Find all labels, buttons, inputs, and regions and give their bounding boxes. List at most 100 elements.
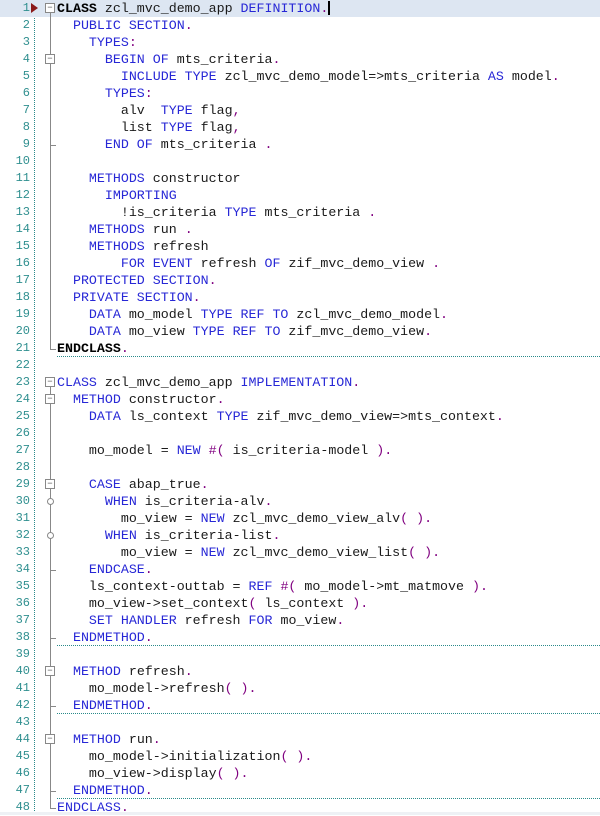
code-line[interactable]: 27 mo_model = NEW #( is_criteria-model )…: [0, 442, 600, 459]
code-line[interactable]: 31 mo_view = NEW zcl_mvc_demo_view_alv( …: [0, 510, 600, 527]
punctuation-token: ).: [471, 579, 488, 594]
keyword-token: REF: [248, 579, 273, 594]
code-line[interactable]: 8 list TYPE flag,: [0, 119, 600, 136]
code-line[interactable]: 3 TYPES:: [0, 34, 600, 51]
code-line[interactable]: 36 mo_view->set_context( ls_context ).: [0, 595, 600, 612]
fold-collapse-icon[interactable]: −: [45, 734, 55, 744]
identifier-token: mo_view =: [57, 545, 201, 560]
code-line[interactable]: 4 − BEGIN OF mts_criteria.: [0, 51, 600, 68]
code-line[interactable]: 9 END OF mts_criteria .: [0, 136, 600, 153]
punctuation-token: .: [424, 324, 433, 339]
fold-collapse-icon[interactable]: −: [45, 377, 55, 387]
identifier-token: refresh: [176, 613, 249, 628]
code-text: CASE abap_true.: [57, 476, 209, 493]
code-text: BEGIN OF mts_criteria.: [57, 51, 281, 68]
code-line[interactable]: 44 − METHOD run.: [0, 731, 600, 748]
fold-gutter: [43, 255, 57, 272]
code-line[interactable]: 30 WHEN is_criteria-alv.: [0, 493, 600, 510]
fold-collapse-icon[interactable]: −: [45, 479, 55, 489]
code-line[interactable]: 43: [0, 714, 600, 731]
code-text: CLASS zcl_mvc_demo_app IMPLEMENTATION.: [57, 374, 360, 391]
code-line[interactable]: 11 METHODS constructor: [0, 170, 600, 187]
fold-gutter: [43, 680, 57, 697]
code-line[interactable]: 14 METHODS run .: [0, 221, 600, 238]
fold-gutter: −: [43, 374, 57, 391]
punctuation-token: ).: [376, 443, 393, 458]
code-line[interactable]: 38 ENDMETHOD.: [0, 629, 600, 646]
identifier-token: zif_mvc_demo_view: [280, 256, 433, 271]
identifier-token: [57, 273, 73, 288]
code-line[interactable]: 33 mo_view = NEW zcl_mvc_demo_view_list(…: [0, 544, 600, 561]
fold-gutter: [43, 85, 57, 102]
fold-collapse-icon[interactable]: −: [45, 666, 55, 676]
punctuation-token: .: [144, 698, 153, 713]
line-number: 14: [15, 222, 30, 236]
identifier-token: refresh: [144, 239, 209, 254]
fold-gutter: [43, 68, 57, 85]
code-line[interactable]: 12 IMPORTING: [0, 187, 600, 204]
code-line[interactable]: 29 − CASE abap_true.: [0, 476, 600, 493]
code-text: ENDCASE.: [57, 561, 153, 578]
line-number: 47: [15, 783, 30, 797]
punctuation-token: .: [152, 732, 161, 747]
fold-collapse-icon[interactable]: −: [45, 54, 55, 64]
code-line[interactable]: 2 PUBLIC SECTION.: [0, 17, 600, 34]
line-number: 41: [15, 681, 30, 695]
code-line[interactable]: 7 alv TYPE flag,: [0, 102, 600, 119]
identifier-token: list: [57, 120, 161, 135]
code-line[interactable]: 37 SET HANDLER refresh FOR mo_view.: [0, 612, 600, 629]
identifier-token: [57, 732, 73, 747]
code-line[interactable]: 13 !is_criteria TYPE mts_criteria .: [0, 204, 600, 221]
code-line[interactable]: 42 ENDMETHOD.: [0, 697, 600, 714]
code-line[interactable]: 35 ls_context-outtab = REF #( mo_model->…: [0, 578, 600, 595]
line-number: 37: [15, 613, 30, 627]
code-text: IMPORTING: [57, 187, 177, 204]
code-line[interactable]: 41 mo_model->refresh( ).: [0, 680, 600, 697]
code-text: DATA mo_view TYPE REF TO zif_mvc_demo_vi…: [57, 323, 432, 340]
punctuation-token: #(: [208, 443, 225, 458]
code-line[interactable]: 45 mo_model->initialization( ).: [0, 748, 600, 765]
code-line[interactable]: 28: [0, 459, 600, 476]
fold-gutter: [43, 170, 57, 187]
identifier-token: [57, 494, 105, 509]
code-line[interactable]: 15 METHODS refresh: [0, 238, 600, 255]
code-line[interactable]: 19 DATA mo_model TYPE REF TO zcl_mvc_dem…: [0, 306, 600, 323]
code-line[interactable]: 22: [0, 357, 600, 374]
code-line[interactable]: 21 ENDCLASS.: [0, 340, 600, 357]
keyword-token: PRIVATE SECTION: [72, 290, 193, 305]
fold-collapse-icon[interactable]: −: [45, 3, 55, 13]
punctuation-token: .: [336, 613, 345, 628]
code-line[interactable]: 18 PRIVATE SECTION.: [0, 289, 600, 306]
fold-collapse-icon[interactable]: −: [45, 394, 55, 404]
identifier-token: mo_view: [120, 324, 193, 339]
code-line[interactable]: 5 INCLUDE TYPE zcl_mvc_demo_model=>mts_c…: [0, 68, 600, 85]
code-line[interactable]: 25 DATA ls_context TYPE zif_mvc_demo_vie…: [0, 408, 600, 425]
code-line[interactable]: 46 mo_view->display( ).: [0, 765, 600, 782]
code-line[interactable]: 20 DATA mo_view TYPE REF TO zif_mvc_demo…: [0, 323, 600, 340]
code-line[interactable]: 23 − CLASS zcl_mvc_demo_app IMPLEMENTATION…: [0, 374, 600, 391]
keyword-token: END OF: [104, 137, 153, 152]
fold-gutter: [43, 102, 57, 119]
code-line[interactable]: 10: [0, 153, 600, 170]
punctuation-token: .: [320, 1, 329, 16]
code-line[interactable]: 34 ENDCASE.: [0, 561, 600, 578]
code-line[interactable]: 6 TYPES:: [0, 85, 600, 102]
identifier-token: [57, 307, 89, 322]
code-line[interactable]: 40 − METHOD refresh.: [0, 663, 600, 680]
code-line[interactable]: 24 − METHOD constructor.: [0, 391, 600, 408]
code-line[interactable]: 17 PROTECTED SECTION.: [0, 272, 600, 289]
keyword-token: CASE: [88, 477, 121, 492]
code-line[interactable]: 39: [0, 646, 600, 663]
code-editor[interactable]: 1− CLASS zcl_mvc_demo_app DEFINITION. 2 PU…: [0, 0, 600, 815]
code-line[interactable]: 47 ENDMETHOD.: [0, 782, 600, 799]
punctuation-token: .: [216, 392, 225, 407]
code-line[interactable]: 32 WHEN is_criteria-list.: [0, 527, 600, 544]
identifier-token: mo_model =: [57, 443, 177, 458]
punctuation-token: .: [264, 137, 273, 152]
code-line[interactable]: 1 − CLASS zcl_mvc_demo_app DEFINITION.: [0, 0, 600, 17]
line-number: 10: [15, 154, 30, 168]
punctuation-token: .: [184, 222, 193, 237]
identifier-token: [57, 290, 73, 305]
code-line[interactable]: 16 FOR EVENT refresh OF zif_mvc_demo_vie…: [0, 255, 600, 272]
code-line[interactable]: 26: [0, 425, 600, 442]
